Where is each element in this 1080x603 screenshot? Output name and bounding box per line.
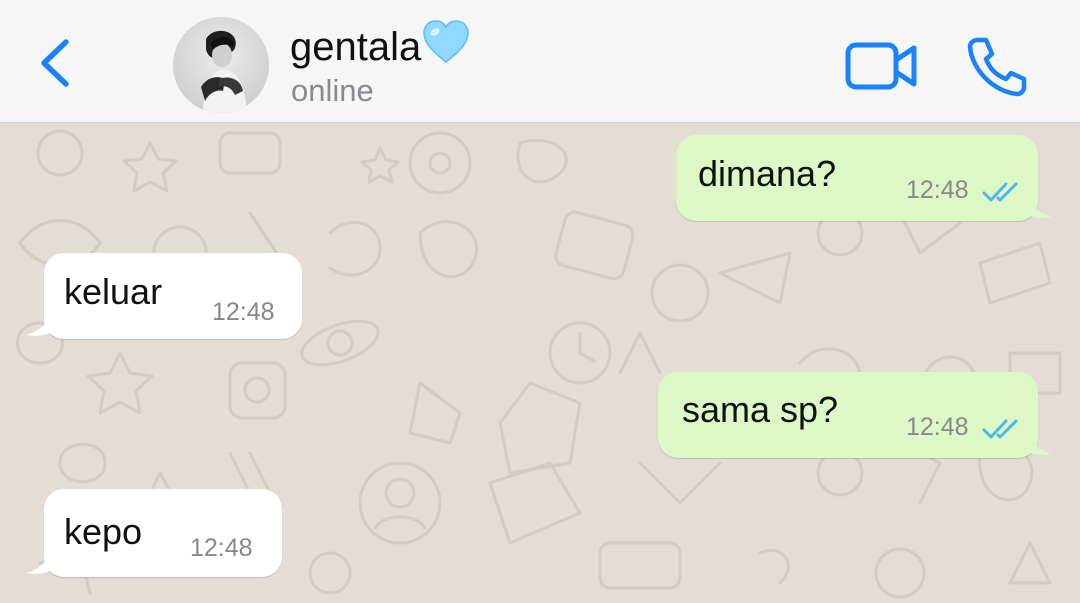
message-text: dimana? [698,153,837,194]
message-text: sama sp? [682,389,839,430]
message-time: 12:48 [906,413,969,441]
phone-icon [967,37,1027,97]
message-text: keluar [64,271,163,312]
contact-name[interactable]: gentala [290,20,470,73]
bubble-tail [1026,430,1052,455]
message-bubble-incoming[interactable]: kepo 12:48 [26,489,282,577]
message-time: 12:48 [906,176,969,204]
blue-heart-icon [423,20,469,63]
bubble-tail [26,311,52,336]
voice-call-button[interactable] [964,34,1030,98]
double-check-icon [982,419,1018,439]
contact-avatar[interactable] [173,17,269,113]
message-time: 12:48 [212,298,275,326]
back-button[interactable] [28,30,80,96]
message-text: kepo [64,511,143,552]
message-time: 12:48 [190,534,253,562]
chevron-left-icon [41,39,69,87]
chat-header: gentala online [0,0,1080,123]
contact-status: online [291,73,374,108]
bubble-tail [1026,193,1052,218]
video-call-button[interactable] [842,38,920,94]
message-bubble-outgoing[interactable]: sama sp? 12:48 [658,372,1052,458]
avatar-photo [173,17,269,113]
contact-name-text: gentala [290,25,422,69]
message-bubble-outgoing[interactable]: dimana? 12:48 [676,135,1052,221]
chat-area[interactable]: dimana? 12:48 keluar 12:48 sama sp? 12:4… [0,123,1080,603]
message-bubble-incoming[interactable]: keluar 12:48 [26,253,302,339]
bubble-tail [26,549,52,574]
double-check-icon [982,182,1018,202]
video-camera-icon [845,42,917,90]
